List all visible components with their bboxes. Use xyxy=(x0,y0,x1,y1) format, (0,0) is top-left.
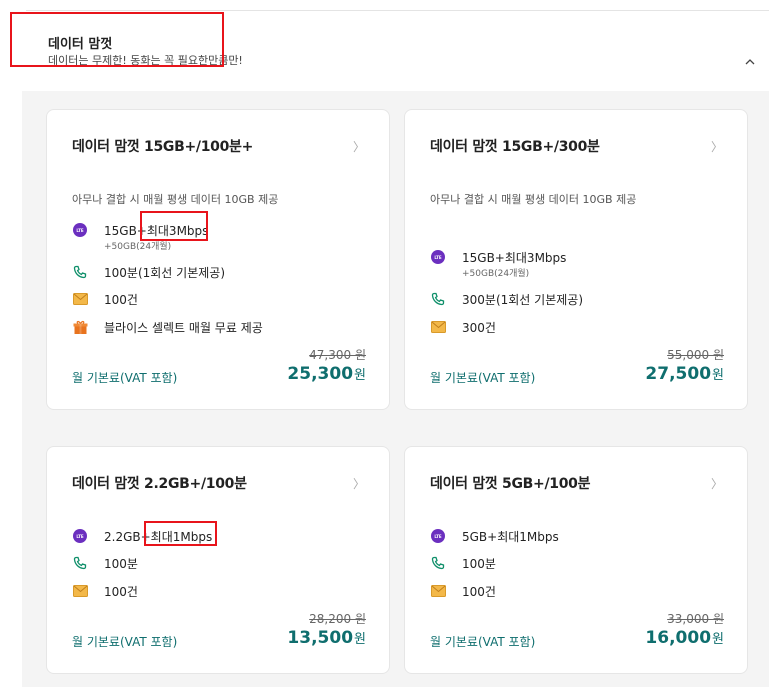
envelope-icon xyxy=(430,319,446,335)
price-label: 월 기본료(VAT 포함) xyxy=(72,635,178,649)
benefit-text: 블라이스 셀렉트 매월 무료 제공 xyxy=(104,320,263,335)
monthly-price: 27,500원 xyxy=(645,364,724,384)
lte-badge-icon: LTE xyxy=(430,249,446,265)
highlight-box-title xyxy=(10,12,224,67)
data-feature: LTE 5GB+최대1Mbps xyxy=(430,526,559,546)
envelope-icon xyxy=(72,291,88,307)
data-feature: LTE 15GB+최대3Mbps xyxy=(430,247,566,267)
data-allowance: 5GB+최대1Mbps xyxy=(462,529,559,544)
message-allowance: 100건 xyxy=(462,584,496,599)
phone-icon xyxy=(430,291,446,307)
call-allowance: 300분(1회선 기본제공) xyxy=(462,292,583,307)
chevron-right-icon[interactable]: 〉 xyxy=(353,475,365,492)
original-price: 28,200 원 xyxy=(309,612,366,626)
phone-icon xyxy=(72,264,88,280)
call-allowance: 100분 xyxy=(104,556,138,571)
call-allowance: 100분(1회선 기본제공) xyxy=(104,265,225,280)
lte-badge-icon: LTE xyxy=(430,528,446,544)
message-feature: 100건 xyxy=(430,581,496,601)
monthly-price: 25,300원 xyxy=(287,364,366,384)
chevron-up-icon[interactable] xyxy=(745,57,755,67)
chevron-right-icon[interactable]: 〉 xyxy=(711,475,723,492)
plan-title: 데이터 맘껏 2.2GB+/100분 xyxy=(72,476,247,492)
call-feature: 100분(1회선 기본제공) xyxy=(72,262,225,282)
chevron-right-icon[interactable]: 〉 xyxy=(711,138,723,155)
monthly-price: 13,500원 xyxy=(287,628,366,648)
plan-card-15gb-300min[interactable]: 데이터 맘껏 15GB+/300분 〉 아무나 결합 시 매월 평생 데이터 1… xyxy=(404,109,748,410)
plan-card-2-2gb-100min[interactable]: 데이터 맘껏 2.2GB+/100분 〉 LTE 2.2GB+최대1Mbps 1… xyxy=(46,446,390,674)
price-label: 월 기본료(VAT 포함) xyxy=(72,371,178,385)
envelope-icon xyxy=(72,583,88,599)
monthly-price: 16,000원 xyxy=(645,628,724,648)
plan-title: 데이터 맘껏 15GB+/300분 xyxy=(430,139,600,155)
message-allowance: 100건 xyxy=(104,292,138,307)
plan-title: 데이터 맘껏 5GB+/100분 xyxy=(430,476,591,492)
price-label: 월 기본료(VAT 포함) xyxy=(430,371,536,385)
chevron-right-icon[interactable]: 〉 xyxy=(353,138,365,155)
phone-icon xyxy=(72,555,88,571)
phone-icon xyxy=(430,555,446,571)
message-allowance: 300건 xyxy=(462,320,496,335)
call-feature: 300분(1회선 기본제공) xyxy=(430,289,583,309)
original-price: 33,000 원 xyxy=(667,612,724,626)
plan-title: 데이터 맘껏 15GB+/100분+ xyxy=(72,139,254,155)
call-feature: 100분 xyxy=(72,553,138,573)
plan-description: 아무나 결합 시 매월 평생 데이터 10GB 제공 xyxy=(430,193,637,206)
data-bonus: +50GB(24개월) xyxy=(462,269,530,279)
data-allowance: 15GB+최대3Mbps xyxy=(462,250,567,265)
plan-description: 아무나 결합 시 매월 평생 데이터 10GB 제공 xyxy=(72,193,279,206)
gift-icon xyxy=(72,319,88,335)
price-label: 월 기본료(VAT 포함) xyxy=(430,635,536,649)
original-price: 47,300 원 xyxy=(309,348,366,362)
original-price: 55,000 원 xyxy=(667,348,724,362)
highlight-box-speed xyxy=(140,211,208,241)
message-allowance: 100건 xyxy=(104,584,138,599)
lte-badge-icon: LTE xyxy=(72,528,88,544)
message-feature: 100건 xyxy=(72,289,138,309)
lte-badge-icon: LTE xyxy=(72,222,88,238)
call-allowance: 100분 xyxy=(462,556,496,571)
plan-card-5gb-100min[interactable]: 데이터 맘껏 5GB+/100분 〉 LTE 5GB+최대1Mbps 100분 … xyxy=(404,446,748,674)
message-feature: 100건 xyxy=(72,581,138,601)
envelope-icon xyxy=(430,583,446,599)
message-feature: 300건 xyxy=(430,317,496,337)
plan-card-15gb-100min[interactable]: 데이터 맘껏 15GB+/100분+ 〉 아무나 결합 시 매월 평생 데이터 … xyxy=(46,109,390,410)
call-feature: 100분 xyxy=(430,553,496,573)
highlight-box-speed xyxy=(144,521,217,546)
benefit-feature: 블라이스 셀렉트 매월 무료 제공 xyxy=(72,317,263,337)
